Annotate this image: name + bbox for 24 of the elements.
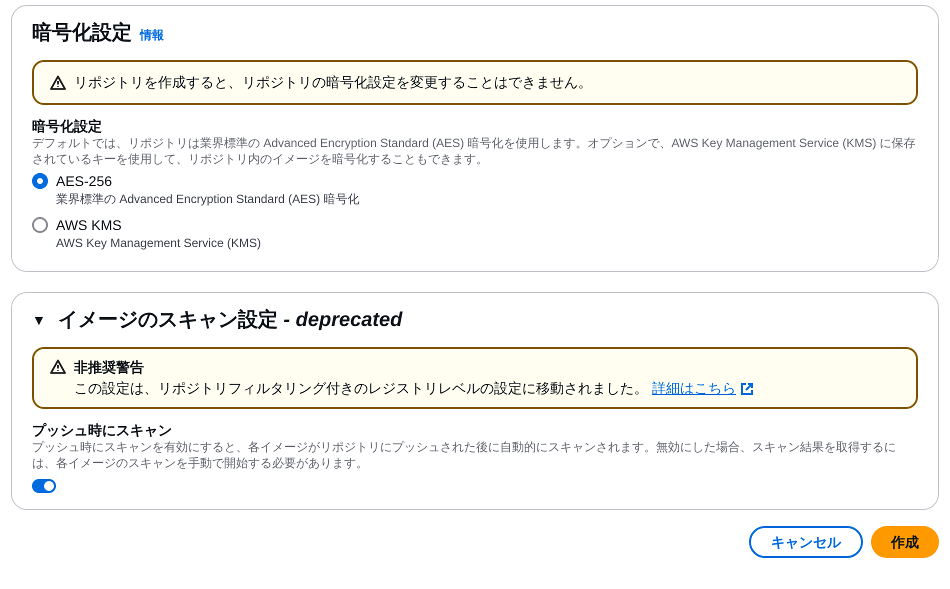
option-description: 業界標準の Advanced Encryption Standard (AES) 暗号化 <box>56 191 360 207</box>
section-title: 暗号化設定 <box>32 20 132 46</box>
radio-button[interactable] <box>32 173 48 189</box>
field-label: 暗号化設定 <box>32 117 103 135</box>
warning-text: リポジトリを作成すると、リポジトリの暗号化設定を変更することはできません。 <box>74 73 592 92</box>
cancel-button[interactable]: キャンセル <box>749 526 863 558</box>
radio-button[interactable] <box>32 217 48 233</box>
warning-text: この設定は、リポジトリフィルタリング付きのレジストリレベルの設定に移動されました。 <box>74 379 648 398</box>
option-label: AWS KMS <box>56 216 123 235</box>
details-link[interactable]: 詳細はこちら <box>652 378 736 399</box>
create-button[interactable]: 作成 <box>871 526 939 558</box>
warning-icon <box>50 359 66 375</box>
option-label: AES-256 <box>56 172 114 191</box>
warning-icon <box>50 74 66 90</box>
field-label: プッシュ時にスキャン <box>32 421 173 439</box>
warning-title: 非推奨警告 <box>74 358 145 377</box>
info-link[interactable]: 情報 <box>140 26 164 44</box>
toggle-switch[interactable] <box>32 479 56 493</box>
option-description: AWS Key Management Service (KMS) <box>56 235 261 251</box>
field-description: プッシュ時にスキャンを有効にすると、各イメージがリポジトリにプッシュされた後に自動的にスキャンされます。無効にした場合、スキャン結果を取得するには、各イメージのスキャンを手動で開始する必要があります。 <box>32 439 897 471</box>
expand-toggle[interactable]: ▼ <box>32 310 46 330</box>
section-title: イメージのスキャン設定 - deprecated <box>58 308 402 333</box>
external-link-icon <box>740 382 754 396</box>
field-description: デフォルトでは、リポジトリは業界標準の Advanced Encryption Standard (AES) 暗号化を使用します。オプションで、AWS Key Management Service (KMS) に保存されているキーを使用して、リポジトリ内のイメージを暗号化することもできます。 <box>32 135 917 167</box>
